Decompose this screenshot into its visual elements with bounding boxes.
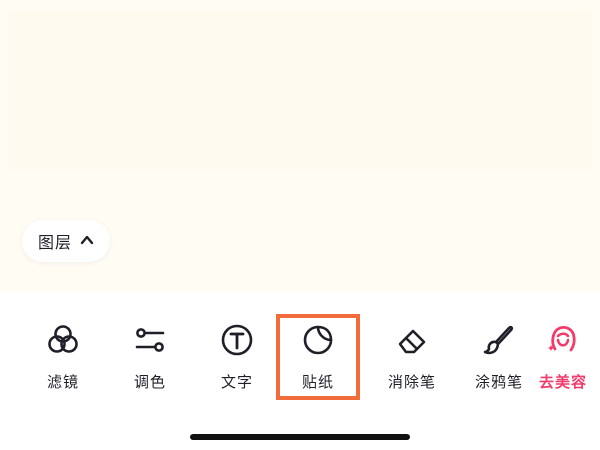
sticker-icon — [300, 322, 336, 357]
eraser-icon — [394, 322, 430, 357]
tool-beauty[interactable]: 去美容 — [523, 322, 600, 392]
filter-circles-icon — [45, 322, 81, 357]
tool-text[interactable]: 文字 — [197, 322, 277, 392]
tool-text-label: 文字 — [220, 373, 253, 391]
tool-adjust[interactable]: 调色 — [110, 322, 190, 392]
layers-button[interactable]: 图层 — [22, 220, 110, 262]
tool-sticker[interactable]: 贴纸 — [278, 322, 358, 392]
tool-eraser[interactable]: 消除笔 — [372, 322, 452, 392]
adjust-sliders-icon — [132, 322, 168, 357]
home-indicator[interactable] — [190, 434, 410, 440]
tool-sticker-label: 贴纸 — [301, 373, 334, 391]
brush-icon — [481, 322, 517, 357]
beauty-face-icon — [545, 322, 581, 357]
tool-adjust-label: 调色 — [133, 373, 166, 391]
layers-label: 图层 — [37, 233, 72, 252]
tool-filter[interactable]: 滤镜 — [23, 322, 103, 392]
tool-brush-label: 涂鸦笔 — [474, 373, 523, 391]
tool-eraser-label: 消除笔 — [387, 373, 436, 391]
tool-filter-label: 滤镜 — [46, 373, 79, 391]
tool-beauty-label: 去美容 — [538, 373, 587, 391]
text-circle-icon — [219, 322, 255, 357]
photo-preview — [8, 10, 592, 170]
chevron-up-icon — [80, 232, 94, 251]
